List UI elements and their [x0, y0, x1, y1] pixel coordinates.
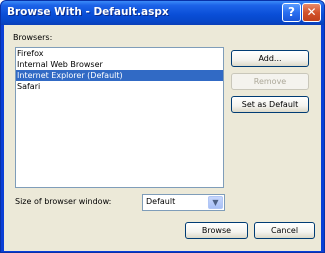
window-title: Browse With - Default.aspx	[7, 6, 169, 18]
list-item-selected[interactable]: Internet Explorer (Default)	[16, 70, 223, 81]
browsers-label: Browsers:	[13, 33, 53, 42]
list-item[interactable]: Internal Web Browser	[16, 59, 223, 70]
help-icon: ?	[288, 5, 295, 19]
list-item[interactable]: Safari	[16, 81, 223, 92]
browsers-listbox[interactable]: Firefox Internal Web Browser Internet Ex…	[15, 47, 224, 188]
add-button[interactable]: Add...	[231, 50, 309, 67]
dialog-window: Browse With - Default.aspx ? ✕ Browsers:…	[0, 0, 325, 253]
remove-button[interactable]: Remove	[231, 73, 309, 90]
window-size-value: Default	[146, 197, 176, 206]
dropdown-button[interactable]: ▼	[208, 196, 223, 209]
set-as-default-button[interactable]: Set as Default	[231, 96, 309, 113]
window-size-label: Size of browser window:	[15, 197, 112, 206]
close-button[interactable]: ✕	[302, 3, 321, 22]
browse-button[interactable]: Browse	[185, 222, 248, 239]
dialog-body: Browsers: Firefox Internal Web Browser I…	[4, 25, 321, 251]
title-bar[interactable]: Browse With - Default.aspx ? ✕	[1, 1, 324, 25]
chevron-down-icon: ▼	[212, 198, 219, 207]
cancel-button[interactable]: Cancel	[254, 222, 315, 239]
window-size-select[interactable]: Default ▼	[142, 194, 225, 211]
help-button[interactable]: ?	[282, 3, 301, 22]
close-icon: ✕	[306, 5, 317, 19]
list-item[interactable]: Firefox	[16, 48, 223, 59]
